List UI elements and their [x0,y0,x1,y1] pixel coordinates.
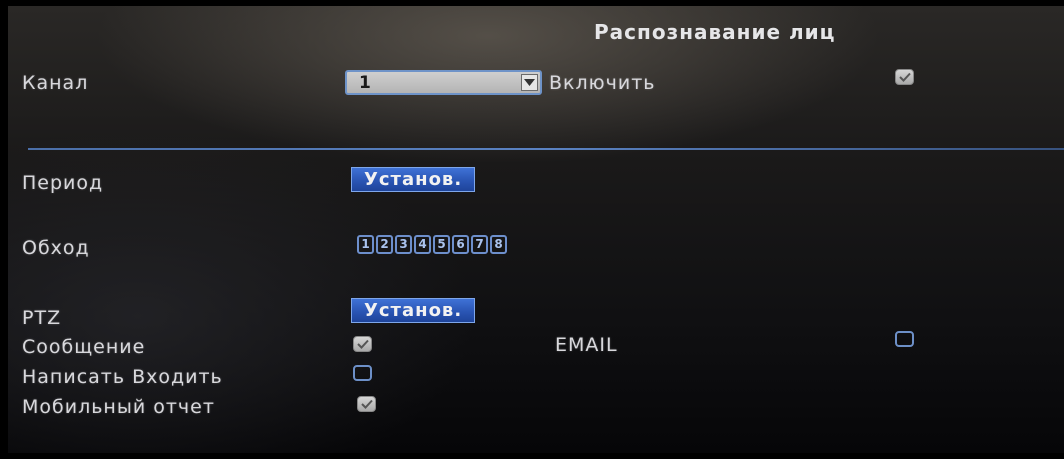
checkmark-icon [899,72,911,82]
tour-preset-list: 1 2 3 4 5 6 7 8 [357,235,509,257]
email-checkbox[interactable] [895,331,914,347]
tour-preset-2[interactable]: 2 [376,235,393,254]
checkmark-icon [357,339,369,349]
mobile-report-checkbox[interactable] [357,396,376,412]
tour-preset-3[interactable]: 3 [395,235,412,254]
tour-preset-7[interactable]: 7 [471,235,488,254]
tour-label: Обход [22,237,90,259]
channel-select[interactable]: 1 [345,70,542,95]
tour-preset-1[interactable]: 1 [357,235,374,254]
tour-preset-5[interactable]: 5 [433,235,450,254]
email-label: EMAIL [555,334,618,356]
channel-label: Канал [22,72,89,94]
tour-preset-4[interactable]: 4 [414,235,431,254]
ptz-set-button[interactable]: Установ. [351,298,476,323]
period-label: Период [22,172,104,194]
period-set-button[interactable]: Установ. [351,167,476,192]
ptz-label: PTZ [22,307,62,329]
chevron-down-icon [524,79,535,86]
write-input-label: Написать Входить [22,366,223,388]
enable-checkbox[interactable] [895,69,914,85]
tour-preset-6[interactable]: 6 [452,235,469,254]
write-input-checkbox[interactable] [353,365,372,381]
message-checkbox[interactable] [353,336,372,352]
channel-dropdown-button[interactable] [521,74,538,91]
mobile-report-label: Мобильный отчет [22,396,215,418]
message-label: Сообщение [22,336,146,358]
page-title: Распознавание лиц [594,20,836,44]
channel-select-value: 1 [359,73,371,93]
tour-preset-8[interactable]: 8 [490,235,507,254]
section-divider [28,148,1064,150]
face-recognition-screen: Распознавание лиц Канал 1 Включить Перио… [8,6,1064,453]
checkmark-icon [361,399,373,409]
enable-label: Включить [549,72,656,94]
